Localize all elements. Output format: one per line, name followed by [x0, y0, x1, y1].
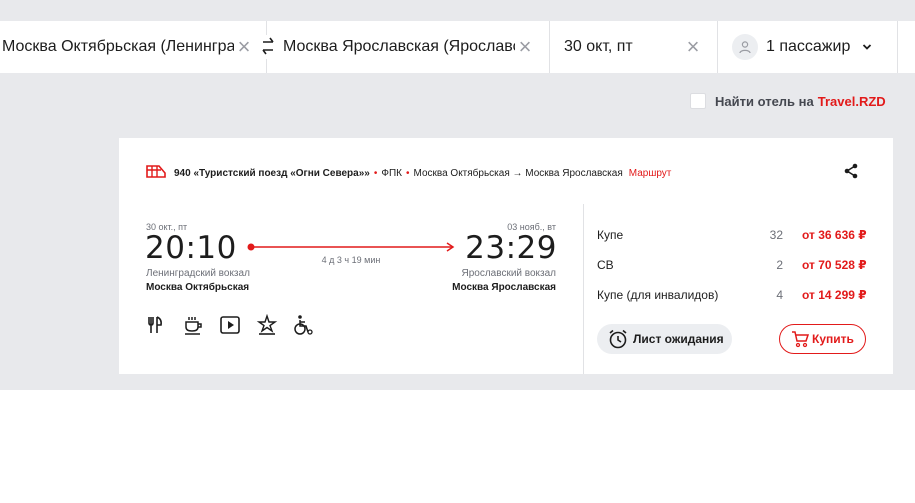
to-input[interactable]: Москва Ярославская (Ярославский вокзал)	[283, 38, 515, 56]
car-class-name: Купе (для инвалидов)	[597, 288, 719, 302]
separator-dot: •	[405, 167, 410, 179]
user-icon	[732, 34, 758, 60]
departure-station: Ленинградский вокзал	[146, 268, 250, 279]
arrival-time: 23:29	[465, 230, 557, 266]
date-field[interactable]: 30 окт, пт ×	[550, 21, 718, 73]
train-info-line: 940 «Туристский поезд «Огни Севера»» • Ф…	[146, 164, 671, 182]
wait-list-button[interactable]: Лист ожидания	[597, 324, 732, 354]
train-route: Москва Октябрьская → Москва Ярославская	[413, 167, 623, 179]
departure-city: Москва Октябрьская	[146, 282, 250, 293]
car-class-price[interactable]: от 70 528 ₽	[802, 258, 867, 272]
wheelchair-icon	[294, 315, 313, 335]
passengers-value: 1 пассажир	[766, 38, 851, 55]
hotel-search-option[interactable]: Найти отель на Travel.RZD	[690, 93, 886, 109]
star-service-icon	[256, 314, 278, 335]
card-divider	[583, 204, 584, 374]
car-class-row[interactable]: Купе (для инвалидов) 4 от 14 299 ₽	[597, 288, 867, 308]
car-class-row[interactable]: Купе 32 от 36 636 ₽	[597, 228, 867, 248]
train-icon	[146, 164, 166, 182]
cart-icon	[792, 331, 810, 348]
video-icon	[220, 316, 240, 334]
train-carrier: ФПК	[381, 167, 402, 179]
from-field[interactable]: Москва Октябрьская (Ленинградский вокзал…	[0, 21, 267, 73]
car-class-name: Купе	[597, 228, 624, 242]
buy-button[interactable]: Купить	[779, 324, 866, 354]
car-class-price[interactable]: от 14 299 ₽	[802, 288, 867, 302]
separator-dot: •	[373, 167, 378, 179]
hotel-brand-link[interactable]: Travel.RZD	[818, 94, 886, 109]
train-card: 940 «Туристский поезд «Огни Севера»» • Ф…	[119, 138, 893, 374]
hotel-label: Найти отель на	[715, 93, 814, 109]
car-class-name: СВ	[597, 258, 614, 272]
train-number: 940 «Туристский поезд «Огни Севера»»	[174, 167, 370, 179]
coffee-icon	[185, 317, 202, 335]
clear-date-icon[interactable]: ×	[683, 36, 703, 58]
wait-list-label: Лист ожидания	[633, 332, 724, 346]
hotel-checkbox[interactable]	[690, 93, 706, 109]
search-bar: Москва Октябрьская (Ленинградский вокзал…	[0, 21, 915, 73]
buy-label: Купить	[812, 332, 854, 346]
trip-duration: 4 д 3 ч 19 мин	[321, 255, 381, 265]
share-icon[interactable]	[843, 163, 859, 184]
date-input[interactable]: 30 окт, пт	[564, 38, 633, 56]
swap-stations-icon[interactable]	[261, 35, 275, 59]
departure-time: 20:10	[145, 230, 237, 266]
to-field[interactable]: Москва Ярославская (Ярославский вокзал) …	[267, 21, 550, 73]
arrival-station: Ярославский вокзал	[461, 268, 557, 279]
trip-arrow	[247, 242, 455, 252]
from-input[interactable]: Москва Октябрьская (Ленинградский вокзал…	[2, 38, 234, 56]
arrival-city: Москва Ярославская	[452, 282, 556, 293]
passengers-field[interactable]: 1 пассажир	[718, 21, 898, 73]
car-class-seats: 2	[776, 258, 783, 272]
chevron-down-icon[interactable]	[862, 38, 872, 56]
clear-from-icon[interactable]: ×	[234, 36, 254, 58]
restaurant-icon	[148, 316, 162, 333]
route-link[interactable]: Маршрут	[629, 168, 672, 179]
clear-to-icon[interactable]: ×	[515, 36, 535, 58]
car-class-row[interactable]: СВ 2 от 70 528 ₽	[597, 258, 867, 278]
car-class-seats: 4	[776, 288, 783, 302]
car-class-price[interactable]: от 36 636 ₽	[802, 228, 867, 242]
car-class-seats: 32	[769, 228, 783, 242]
alarm-clock-icon	[609, 329, 627, 349]
